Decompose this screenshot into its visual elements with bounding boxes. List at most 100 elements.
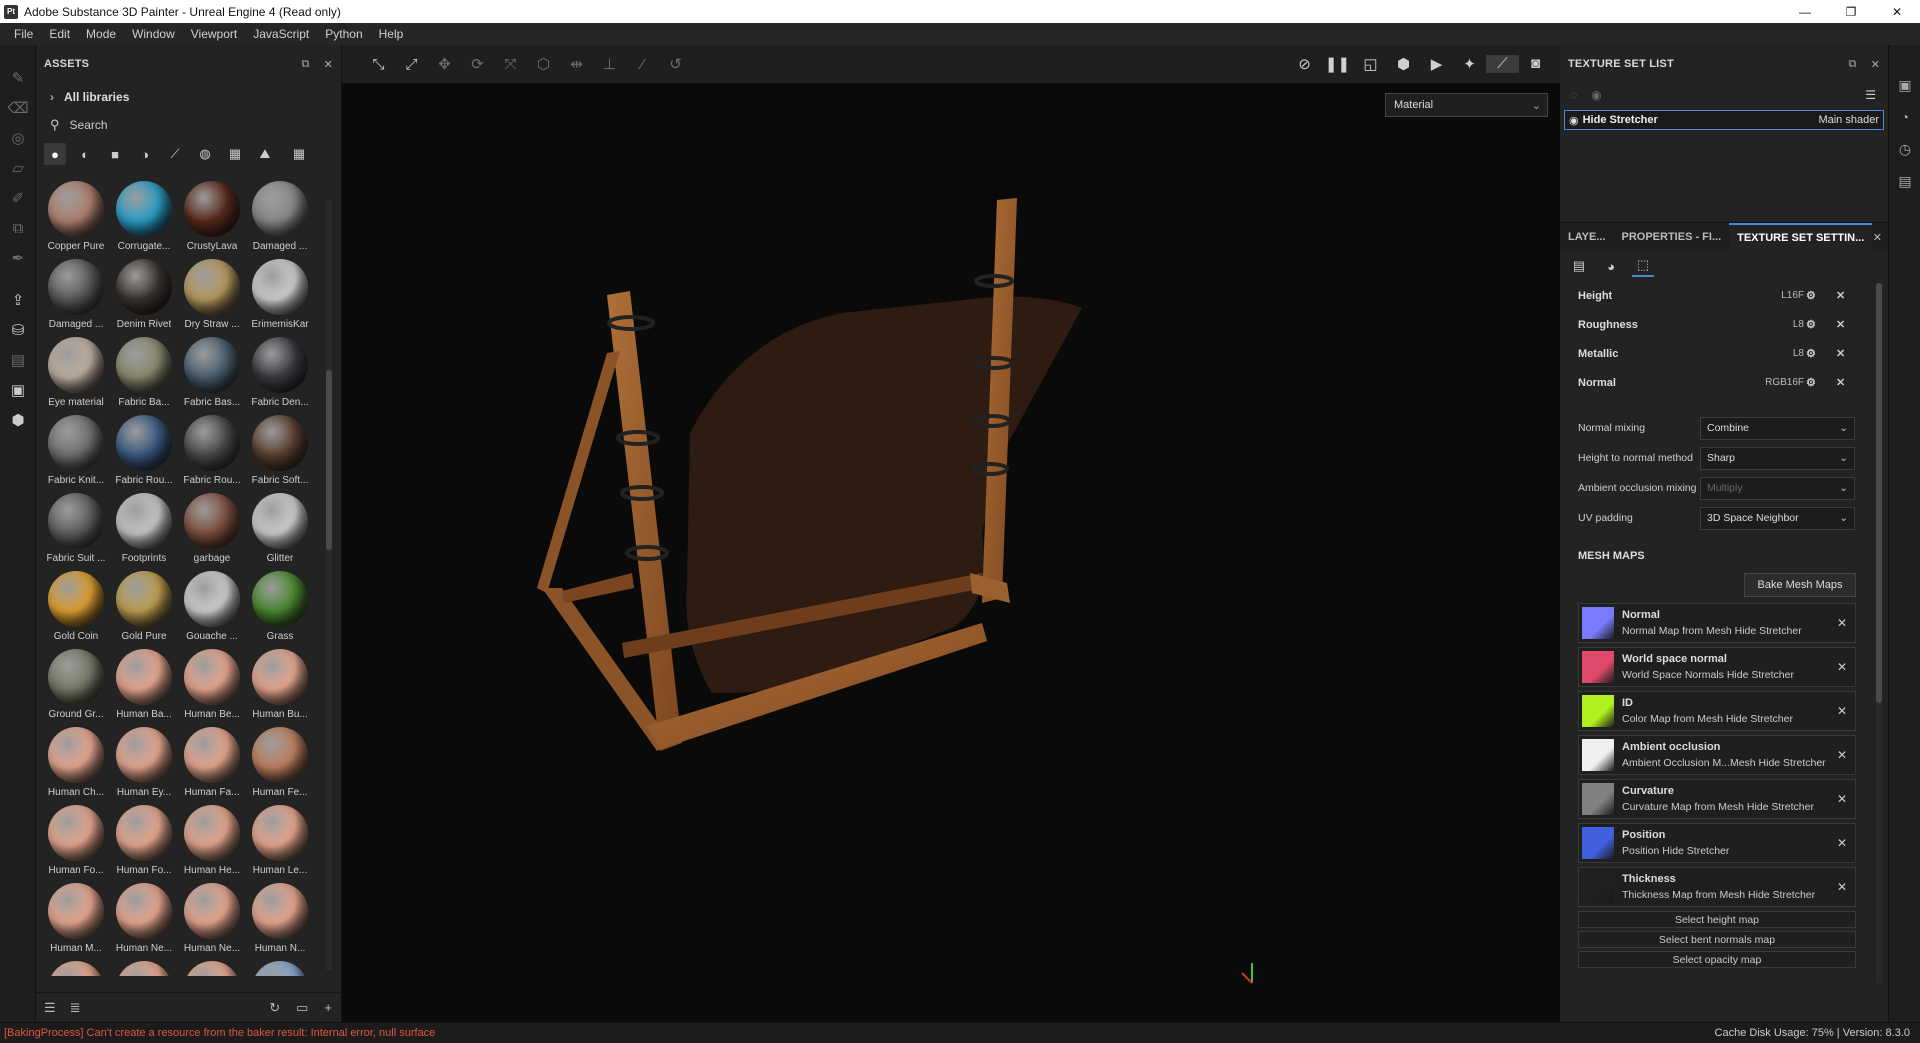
asset-tile[interactable]: Fabric Ba... <box>110 334 178 412</box>
gear-icon[interactable]: ⚙ <box>1806 318 1816 331</box>
channel-format[interactable]: RGB16F <box>1744 377 1804 388</box>
pause-icon[interactable]: ❚❚ <box>1321 55 1354 73</box>
property-select[interactable]: Combine ⌄ <box>1700 416 1855 440</box>
settings-tab-icon[interactable]: ▤ <box>1568 255 1590 277</box>
scale-icon[interactable]: ⤧ <box>494 56 527 73</box>
asset-tile[interactable]: Human Ba... <box>110 646 178 724</box>
paint-tool-icon[interactable]: ✎ <box>0 63 36 93</box>
shader-tab-icon[interactable]: ◕ <box>1600 255 1622 277</box>
polygon-fill-icon[interactable]: ▱ <box>0 153 36 183</box>
menu-item-python[interactable]: Python <box>317 27 370 41</box>
select-map-button[interactable]: Select opacity map <box>1578 951 1856 968</box>
masks-filter-icon[interactable]: ■ <box>104 143 126 165</box>
mesh-map-thumbnail[interactable] <box>1582 651 1614 683</box>
eye-icon[interactable]: ◉ <box>1569 114 1579 127</box>
channel-row[interactable]: Normal RGB16F ⚙ ✕ <box>1560 368 1888 397</box>
asset-tile[interactable]: Glitter <box>246 490 314 568</box>
channel-format[interactable]: L8 <box>1744 348 1804 359</box>
menu-item-window[interactable]: Window <box>124 27 183 41</box>
asset-tile[interactable]: ErimemisKar <box>246 256 314 334</box>
close-panel-icon[interactable]: ✕ <box>1871 58 1880 71</box>
view-2d-icon[interactable]: ◱ <box>1354 55 1387 73</box>
viewport-mode-select[interactable]: Material ⌄ <box>1385 93 1548 117</box>
move-icon[interactable]: ✥ <box>428 55 461 73</box>
shelf-icon[interactable]: ▤ <box>0 345 36 375</box>
remove-icon[interactable]: ✕ <box>1837 748 1847 762</box>
channel-format[interactable]: L8 <box>1744 319 1804 330</box>
asset-tile[interactable]: Human Ch... <box>42 724 110 802</box>
asset-tile[interactable]: Human Be... <box>178 646 246 724</box>
environments-filter-icon[interactable]: ⛰ <box>254 143 276 165</box>
mesh-map-item[interactable]: World space normal World Space Normals Hi… <box>1578 647 1856 687</box>
property-select[interactable]: 3D Space Neighbor ⌄ <box>1700 506 1855 530</box>
projection-tool-icon[interactable]: ◎ <box>0 123 36 153</box>
mesh-map-thumbnail[interactable] <box>1582 695 1614 727</box>
asset-tile[interactable]: Human Ne... <box>178 880 246 958</box>
clone-tool-icon[interactable]: ⧉ <box>0 213 36 243</box>
gear-icon[interactable]: ⚙ <box>1806 376 1816 389</box>
asset-tile[interactable] <box>110 958 178 976</box>
transform-icon[interactable]: ⤡ <box>362 56 395 73</box>
add-icon[interactable]: + <box>324 1000 332 1016</box>
mesh-map-thumbnail[interactable] <box>1582 607 1614 639</box>
tab-layers[interactable]: LAYE... <box>1560 223 1614 251</box>
remove-icon[interactable]: ✕ <box>1837 836 1847 850</box>
status-error[interactable]: [BakingProcess] Can't create a resource … <box>4 1027 435 1039</box>
remove-icon[interactable]: ✕ <box>1837 660 1847 674</box>
texture-set-row[interactable]: ◉ Hide Stretcher Main shader <box>1564 110 1884 130</box>
asset-tile[interactable]: Denim Rivet <box>110 256 178 334</box>
asset-tile[interactable]: Fabric Knit... <box>42 412 110 490</box>
filter-list-icon[interactable]: ☰ <box>44 1000 56 1016</box>
mesh-map-item[interactable]: Normal Normal Map from Mesh Hide Stretche… <box>1578 603 1856 643</box>
smart-materials-filter-icon[interactable]: ◐ <box>74 143 96 165</box>
screenshot-icon[interactable]: ◙ <box>1519 55 1552 73</box>
particles-filter-icon[interactable]: ◍ <box>194 143 216 165</box>
asset-tile[interactable]: Human Fo... <box>110 802 178 880</box>
close-icon[interactable]: ✕ <box>1873 223 1882 251</box>
minimize-icon[interactable]: — <box>1782 0 1828 23</box>
mesh-map-thumbnail[interactable] <box>1582 827 1614 859</box>
visibility-off-icon[interactable]: ◌ <box>1570 88 1577 102</box>
asset-tile[interactable]: Copper Pure <box>42 178 110 256</box>
asset-tile[interactable]: Ground Gr... <box>42 646 110 724</box>
reset-icon[interactable]: ↺ <box>659 55 692 73</box>
mesh-map-item[interactable]: Thickness Thickness Map from Mesh Hide St… <box>1578 867 1856 907</box>
asset-tile[interactable]: Gold Coin <box>42 568 110 646</box>
restore-icon[interactable]: ❐ <box>1828 0 1874 23</box>
display-settings-icon[interactable]: ◔ <box>1889 101 1920 133</box>
3d-viewport[interactable] <box>342 83 1560 1022</box>
uv-transform-icon[interactable]: ⤢ <box>395 56 428 73</box>
lighting-icon[interactable]: ✦ <box>1453 55 1486 73</box>
asset-tile[interactable]: Grass <box>246 568 314 646</box>
visibility-icon[interactable]: ◉ <box>1591 88 1601 102</box>
mesh-map-thumbnail[interactable] <box>1582 739 1614 771</box>
camera-icon[interactable]: ▶ <box>1420 55 1453 73</box>
asset-tile[interactable]: Human Ne... <box>110 880 178 958</box>
generators-filter-icon[interactable]: ◑ <box>134 143 156 165</box>
asset-tile[interactable]: Human Bu... <box>246 646 314 724</box>
gear-icon[interactable]: ⚙ <box>1806 347 1816 360</box>
mesh-map-item[interactable]: ID Color Map from Mesh Hide Stretcher ✕ <box>1578 691 1856 731</box>
asset-tile[interactable]: Human Fe... <box>246 724 314 802</box>
align-icon[interactable]: ⊥ <box>593 55 626 73</box>
library-selector[interactable]: › All libraries <box>36 83 341 111</box>
close-panel-icon[interactable]: ✕ <box>324 58 333 71</box>
asset-tile[interactable]: Eye material <box>42 334 110 412</box>
remove-icon[interactable]: ✕ <box>1836 318 1845 331</box>
comment-icon[interactable]: ▣ <box>1889 69 1920 101</box>
refresh-icon[interactable]: ↻ <box>269 1000 280 1016</box>
materials-filter-icon[interactable]: ● <box>44 143 66 165</box>
menu-item-viewport[interactable]: Viewport <box>183 27 245 41</box>
eraser-tool-icon[interactable]: ⌫ <box>0 93 36 123</box>
menu-item-help[interactable]: Help <box>371 27 412 41</box>
asset-tile[interactable]: Human He... <box>178 802 246 880</box>
asset-tile[interactable]: Human Fa... <box>178 724 246 802</box>
asset-tile[interactable] <box>246 958 314 976</box>
view-3d-icon[interactable]: ⬢ <box>1387 55 1420 73</box>
scrollbar-thumb[interactable] <box>326 370 332 550</box>
remove-icon[interactable]: ✕ <box>1837 616 1847 630</box>
history-icon[interactable]: ◷ <box>1889 133 1920 165</box>
asset-tile[interactable]: Human Fo... <box>42 802 110 880</box>
select-map-button[interactable]: Select bent normals map <box>1578 931 1856 948</box>
scrollbar-thumb[interactable] <box>1876 283 1882 703</box>
